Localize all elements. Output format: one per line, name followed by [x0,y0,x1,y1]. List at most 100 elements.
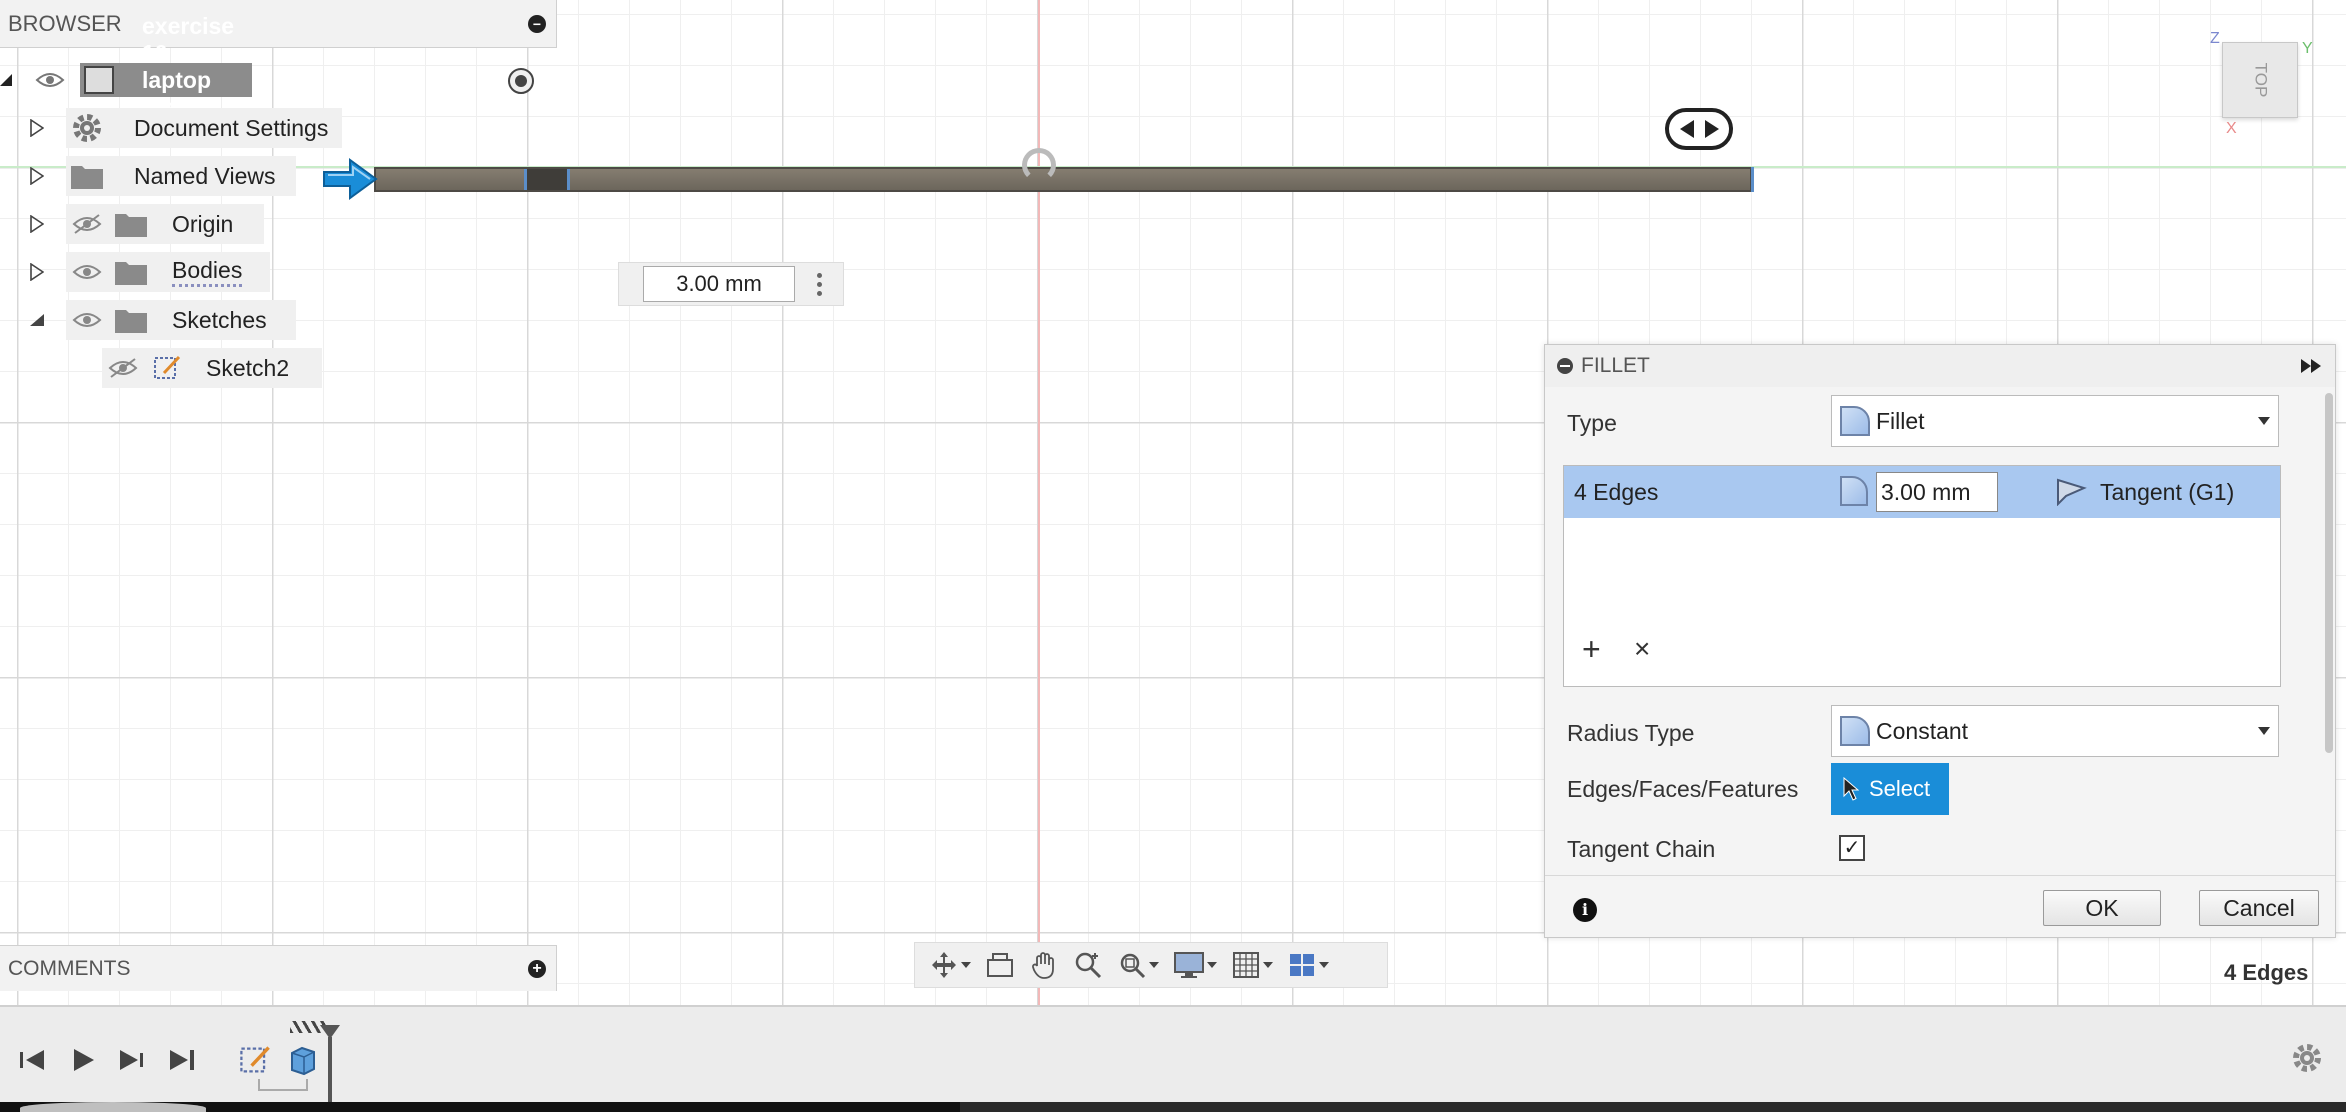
tree-item-bg: Sketch2 [102,348,322,388]
expand-arrow-icon[interactable] [30,167,44,185]
navigation-toolbar [914,942,1388,988]
hidden-eye-icon[interactable] [72,213,102,235]
collapse-arrow-icon[interactable] [30,314,44,326]
orbit-button[interactable] [925,945,975,985]
info-icon[interactable]: i [1573,898,1597,922]
collapse-arrow-icon[interactable] [0,74,12,86]
tangent-chain-label: Tangent Chain [1567,835,1716,862]
visibility-eye-icon[interactable] [72,309,102,331]
viewcube-x-label: X [2226,120,2237,137]
radius-input-value: 3.00 mm [1881,478,1971,505]
chevron-down-icon [1149,962,1159,968]
viewcube[interactable]: TOP [2222,42,2298,118]
go-to-end-button[interactable] [166,1043,198,1077]
folder-icon [115,262,147,285]
zoom-icon [1075,952,1102,979]
tree-item-bg: Origin [66,204,264,244]
feature-group-bracket [258,1079,308,1091]
play-icon [74,1049,94,1071]
browser-header[interactable]: BROWSER − [0,0,557,48]
look-at-button[interactable] [981,945,1019,985]
select-label: Select [1869,776,1931,801]
tree-item-bg: Document Settings [66,108,342,148]
selected-edge-segment[interactable] [524,169,570,190]
expand-arrow-icon[interactable] [30,119,44,137]
fillet-dialog-header[interactable]: FILLET [1545,345,2335,387]
timeline-settings-gear-icon[interactable] [2290,1041,2324,1075]
remove-edge-set-icon[interactable]: × [1634,634,1650,664]
selection-status: 4 Edges [2224,960,2309,985]
dimension-grip[interactable] [619,262,643,306]
radius-type-label: Radius Type [1567,719,1695,746]
viewcube-y-label: Y [2302,40,2313,57]
fit-button[interactable] [1113,945,1163,985]
radius-dimension-box: 3.00 mm [618,262,844,306]
grid-snaps-button[interactable] [1227,945,1277,985]
pan-button[interactable] [1025,945,1063,985]
add-comment-icon[interactable]: + [528,959,546,978]
chevron-down-icon [961,962,971,968]
edge-set-label: 4 Edges [1574,478,1659,505]
activate-radio-icon[interactable] [508,68,534,94]
origin-pivot-icon [1022,148,1056,182]
ok-button[interactable]: OK [2043,890,2161,926]
hidden-eye-icon[interactable] [108,357,138,379]
timeline-extrude-feature[interactable] [286,1043,320,1077]
edges-faces-features-label: Edges/Faces/Features [1567,775,1799,802]
comments-panel-header[interactable]: COMMENTS + [0,945,557,991]
fillet-drag-arrow-icon[interactable] [322,156,378,202]
move-handle-icon[interactable] [1665,108,1733,150]
tree-item-bg: Named Views [66,156,296,196]
more-options-icon[interactable] [795,272,843,296]
browser-title: BROWSER [8,10,122,36]
go-to-start-button[interactable] [18,1043,50,1077]
timeline-marker-icon[interactable] [318,1025,342,1112]
timeline-sketch-feature[interactable] [238,1043,272,1077]
visibility-eye-icon[interactable] [34,60,66,100]
chevron-down-icon [2258,417,2270,425]
comments-title: COMMENTS [8,956,131,980]
collapse-browser-icon[interactable]: − [528,14,546,33]
display-settings-icon [1174,952,1204,978]
expand-arrow-icon[interactable] [30,263,44,281]
type-value: Fillet [1876,407,1925,434]
continuity-value[interactable]: Tangent (G1) [2100,479,2234,506]
select-edges-button[interactable]: Select [1831,763,1949,815]
cancel-button[interactable]: Cancel [2199,890,2319,926]
tree-item-label: Bodies [172,257,243,287]
add-edge-set-icon[interactable]: + [1582,633,1601,665]
radius-type-dropdown[interactable]: Constant [1831,705,2279,757]
type-dropdown[interactable]: Fillet [1831,395,2279,447]
expand-arrow-icon[interactable] [30,215,44,233]
previous-step-button[interactable] [68,1043,98,1077]
visibility-eye-icon[interactable] [72,261,102,283]
tangent-chain-checkbox[interactable]: ✓ [1839,835,1865,861]
zoom-window-icon [1120,953,1146,979]
constant-radius-icon [1840,716,1870,746]
viewports-button[interactable] [1283,945,1333,985]
tree-item-label: Document Settings [134,114,329,141]
cursor-arrow-icon [1843,777,1859,801]
viewcube-z-label: Z [2210,30,2220,47]
chevron-down-icon [2258,727,2270,735]
fillet-dialog: FILLET Type Fillet 4 Edges 3.00 mm Tange… [1544,344,2336,938]
zoom-button[interactable] [1069,945,1107,985]
chevron-down-icon [1319,962,1329,968]
edge-set-row[interactable]: 4 Edges 3.00 mm Tangent (G1) [1564,466,2280,518]
fast-forward-end-icon [170,1050,194,1070]
radius-dimension-input[interactable]: 3.00 mm [643,266,795,302]
tree-item-label: Sketch2 [206,354,290,381]
display-settings-button[interactable] [1169,945,1221,985]
type-label: Type [1567,409,1617,436]
expand-dialog-icon[interactable] [2301,358,2323,374]
collapse-dialog-icon[interactable] [1557,358,1573,374]
gear-icon [73,114,101,142]
next-step-button[interactable] [116,1043,148,1077]
edge-selection-list: 4 Edges 3.00 mm Tangent (G1) + × [1563,465,2281,687]
laptop-stand-body[interactable] [374,167,1754,192]
rewind-icon [20,1050,44,1070]
tree-item-bg: Sketches [66,300,296,340]
radius-input[interactable]: 3.00 mm [1876,472,1998,512]
selected-edge-end[interactable] [1751,167,1754,192]
dialog-scrollbar[interactable] [2325,393,2333,753]
